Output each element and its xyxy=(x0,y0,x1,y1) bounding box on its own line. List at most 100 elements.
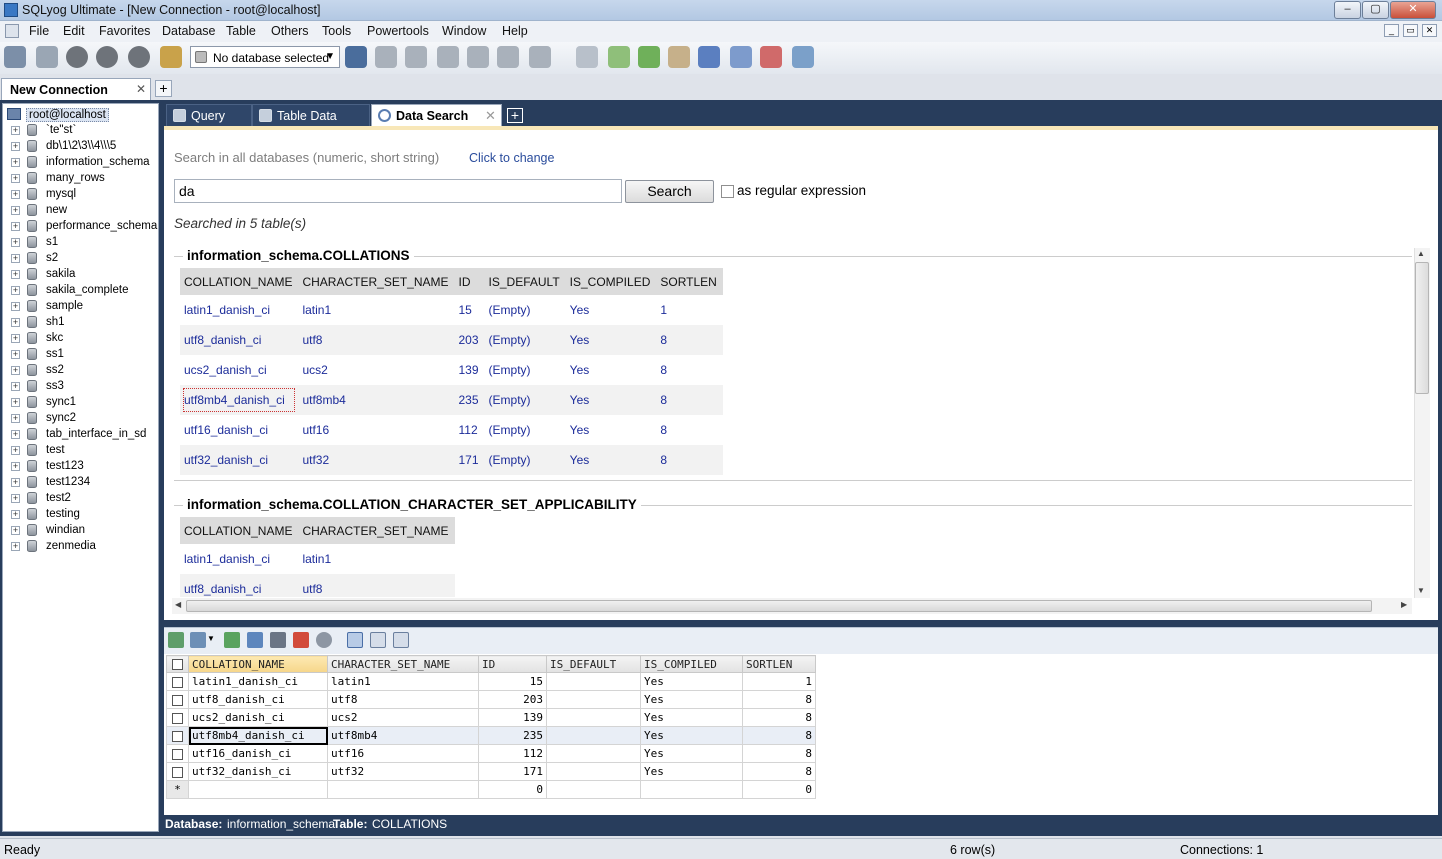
expand-icon[interactable]: + xyxy=(11,462,20,471)
grid-cell[interactable]: 171 xyxy=(478,762,547,781)
result-cell[interactable]: (Empty) xyxy=(484,445,566,475)
sync-icon[interactable] xyxy=(608,46,630,68)
result-cell[interactable]: 171 xyxy=(454,445,485,475)
grid-cell[interactable] xyxy=(546,708,641,727)
grid-cell[interactable]: Yes xyxy=(640,726,743,745)
scroll-left-icon[interactable]: ◀ xyxy=(175,600,181,609)
grid-column-header[interactable]: CHARACTER_SET_NAME xyxy=(327,655,479,673)
expand-icon[interactable]: + xyxy=(11,238,20,247)
menu-table[interactable]: Table xyxy=(226,24,256,38)
grid-cell[interactable]: 235 xyxy=(478,726,547,745)
tree-item[interactable]: + sync1 xyxy=(7,395,157,411)
result-cell[interactable]: (Empty) xyxy=(484,415,566,445)
result-cell[interactable]: latin1_danish_ci xyxy=(180,295,299,325)
expand-icon[interactable]: + xyxy=(11,494,20,503)
close-icon[interactable]: ✕ xyxy=(136,82,146,96)
grid-column-header[interactable]: IS_COMPILED xyxy=(640,655,743,673)
expand-icon[interactable]: + xyxy=(11,318,20,327)
create-database-icon[interactable] xyxy=(375,46,397,68)
grid-cell[interactable]: 8 xyxy=(742,762,816,781)
tree-item[interactable]: + db\1\2\3\\4\\\5 xyxy=(7,139,157,155)
result-cell[interactable]: 112 xyxy=(454,415,485,445)
scroll-down-icon[interactable]: ▼ xyxy=(1417,586,1425,595)
tree-item[interactable]: + information_schema xyxy=(7,155,157,171)
result-cell[interactable]: 139 xyxy=(454,355,485,385)
row-checkbox[interactable] xyxy=(166,690,189,709)
search-button[interactable]: Search xyxy=(625,180,714,203)
result-cell[interactable]: utf8mb4_danish_ci xyxy=(180,385,299,415)
grid-row[interactable]: latin1_danish_ci latin1 15 Yes 1 xyxy=(166,672,816,691)
stop-icon[interactable] xyxy=(128,46,150,68)
grid-view-icon[interactable] xyxy=(497,46,519,68)
grid-cell[interactable]: 0 xyxy=(742,780,816,799)
form-mode-icon[interactable] xyxy=(370,632,386,648)
grid-row[interactable]: ucs2_danish_ci ucs2 139 Yes 8 xyxy=(166,708,816,727)
expand-icon[interactable]: + xyxy=(11,302,20,311)
expand-icon[interactable]: + xyxy=(11,142,20,151)
grid-cell[interactable] xyxy=(546,726,641,745)
grid-cell[interactable]: 203 xyxy=(478,690,547,709)
create-table-icon[interactable] xyxy=(405,46,427,68)
result-cell[interactable]: 8 xyxy=(656,415,723,445)
menu-others[interactable]: Others xyxy=(271,24,309,38)
grid-column-header[interactable]: ID xyxy=(478,655,547,673)
execute-query-icon[interactable] xyxy=(66,46,88,68)
add-row-icon[interactable] xyxy=(224,632,240,648)
maximize-button[interactable]: ▢ xyxy=(1362,1,1389,19)
tab-query[interactable]: Query xyxy=(166,104,252,126)
grid-row[interactable]: utf8mb4_danish_ci utf8mb4 235 Yes 8 xyxy=(166,726,816,745)
result-cell[interactable]: latin1 xyxy=(298,295,455,325)
user-manager-icon[interactable] xyxy=(345,46,367,68)
grid-cell[interactable] xyxy=(546,762,641,781)
expand-icon[interactable]: + xyxy=(11,350,20,359)
select-all-checkbox[interactable] xyxy=(166,655,189,673)
grid-cell[interactable]: utf8mb4_danish_ci xyxy=(188,726,328,745)
grid-cell[interactable] xyxy=(188,780,328,799)
grid-cell[interactable]: utf8mb4 xyxy=(327,726,479,745)
tree-item[interactable]: + mysql xyxy=(7,187,157,203)
duplicate-row-icon[interactable] xyxy=(247,632,263,648)
grid-cell[interactable]: 1 xyxy=(742,672,816,691)
grid-cell[interactable]: ucs2 xyxy=(327,708,479,727)
grid-column-header[interactable]: COLLATION_NAME xyxy=(188,655,328,673)
schema-icon[interactable] xyxy=(529,46,551,68)
result-cell[interactable]: Yes xyxy=(565,385,657,415)
copy-icon[interactable] xyxy=(190,632,206,648)
backup-icon[interactable] xyxy=(437,46,459,68)
close-icon[interactable]: ✕ xyxy=(485,108,496,124)
grid-cell[interactable]: 112 xyxy=(478,744,547,763)
expand-icon[interactable]: + xyxy=(11,446,20,455)
compare-icon[interactable] xyxy=(638,46,660,68)
result-cell[interactable]: (Empty) xyxy=(484,385,566,415)
grid-cell[interactable]: Yes xyxy=(640,672,743,691)
migration-icon[interactable] xyxy=(668,46,690,68)
connection-tab[interactable]: New Connection ✕ xyxy=(1,78,151,100)
result-cell[interactable]: ucs2_danish_ci xyxy=(180,355,299,385)
menu-favorites[interactable]: Favorites xyxy=(99,24,150,38)
menu-file[interactable]: File xyxy=(29,24,49,38)
export-icon[interactable] xyxy=(168,632,184,648)
grid-cell[interactable]: Yes xyxy=(640,762,743,781)
tree-item[interactable]: + test123 xyxy=(7,459,157,475)
tree-item[interactable]: + ss3 xyxy=(7,379,157,395)
result-cell[interactable]: utf32_danish_ci xyxy=(180,445,299,475)
expand-icon[interactable]: + xyxy=(11,542,20,551)
result-cell[interactable]: ucs2 xyxy=(298,355,455,385)
tree-item[interactable]: + many_rows xyxy=(7,171,157,187)
mdi-restore-button[interactable]: ▭ xyxy=(1403,24,1418,37)
grid-row[interactable]: utf16_danish_ci utf16 112 Yes 8 xyxy=(166,744,816,763)
grid-cell[interactable]: utf16_danish_ci xyxy=(188,744,328,763)
row-checkbox[interactable] xyxy=(166,708,189,727)
refresh-icon[interactable] xyxy=(160,46,182,68)
grid-cell[interactable]: Yes xyxy=(640,708,743,727)
menu-help[interactable]: Help xyxy=(502,24,528,38)
tree-item[interactable]: + test1234 xyxy=(7,475,157,491)
tree-item[interactable]: + s1 xyxy=(7,235,157,251)
tree-item[interactable]: + performance_schema xyxy=(7,219,157,235)
designer-icon[interactable] xyxy=(792,46,814,68)
result-cell[interactable]: (Empty) xyxy=(484,325,566,355)
result-cell[interactable]: 1 xyxy=(656,295,723,325)
expand-icon[interactable]: + xyxy=(11,254,20,263)
expand-icon[interactable]: + xyxy=(11,174,20,183)
tree-item[interactable]: + `te"st` xyxy=(7,123,157,139)
